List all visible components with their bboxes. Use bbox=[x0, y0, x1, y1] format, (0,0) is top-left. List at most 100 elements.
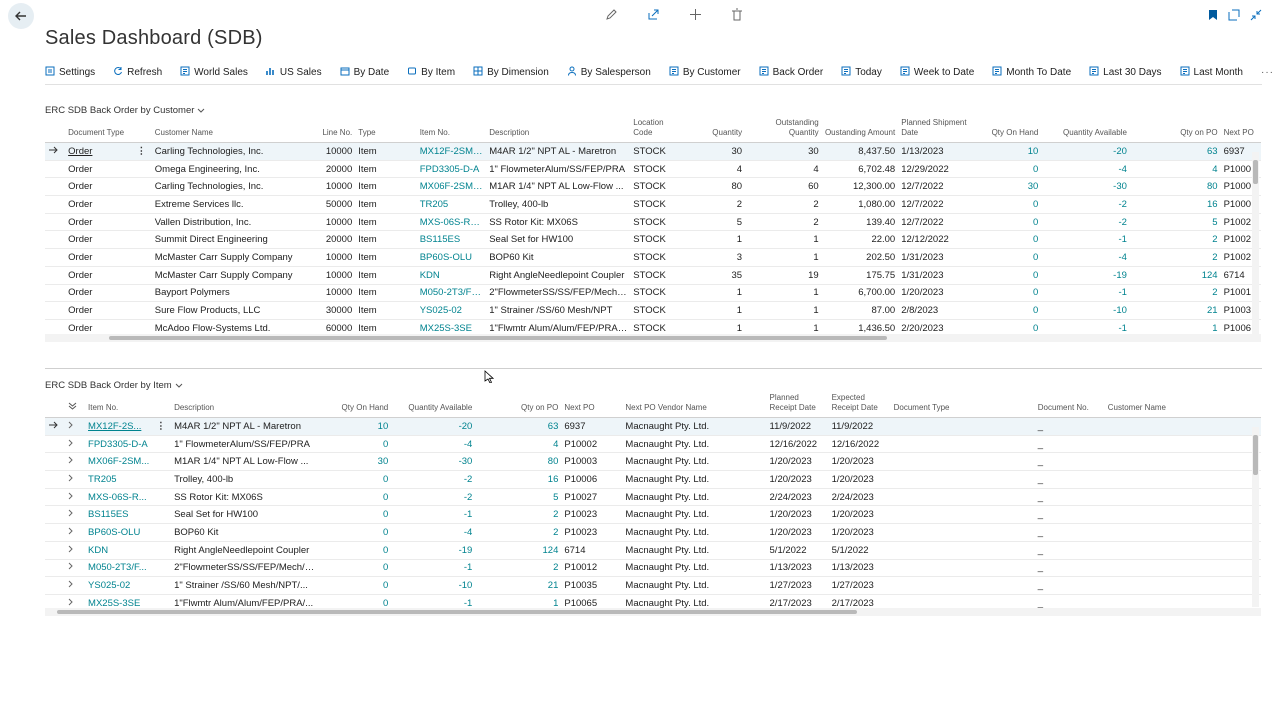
qty-on-hand-link[interactable]: 0 bbox=[317, 576, 392, 595]
item-no-link[interactable]: BP60S-OLU bbox=[416, 248, 487, 267]
qty-on-po-link[interactable]: 80 bbox=[475, 452, 562, 472]
col-type[interactable]: Type bbox=[355, 118, 416, 143]
qty-on-hand-link[interactable]: 0 bbox=[317, 523, 392, 542]
expand-row-button[interactable] bbox=[65, 505, 86, 525]
col-document-type[interactable]: Document Type bbox=[891, 393, 1035, 418]
more-actions-button[interactable]: ··· bbox=[1261, 67, 1274, 78]
qty-on-po-link[interactable]: 4 bbox=[1129, 160, 1221, 179]
item-no-link[interactable]: FPD3305-D-A bbox=[85, 435, 154, 454]
qty-on-hand-link[interactable]: 30 bbox=[317, 452, 392, 472]
qty-on-hand-link[interactable]: 10 bbox=[317, 417, 392, 436]
qty-on-po-link[interactable]: 2 bbox=[1129, 248, 1221, 267]
qty-on-hand-link[interactable]: 0 bbox=[972, 195, 1042, 214]
col-qty-on-hand[interactable]: Qty On Hand bbox=[973, 118, 1042, 143]
action-month-to-date[interactable]: Month To Date bbox=[992, 66, 1071, 79]
qty-on-po-link[interactable]: 63 bbox=[1129, 142, 1221, 161]
col-item-no[interactable]: Item No. bbox=[85, 393, 153, 418]
row-actions-button[interactable] bbox=[133, 195, 152, 214]
expand-row-button[interactable] bbox=[65, 523, 86, 542]
action-by-date[interactable]: By Date bbox=[340, 66, 389, 79]
item-no-link[interactable]: YS025-02 bbox=[85, 576, 154, 595]
open-new-window-button[interactable] bbox=[1228, 8, 1240, 26]
quantity-available-link[interactable]: -1 bbox=[391, 505, 476, 525]
qty-on-hand-link[interactable]: 0 bbox=[317, 470, 392, 489]
row-actions-button[interactable] bbox=[133, 284, 152, 303]
action-by-dimension[interactable]: By Dimension bbox=[473, 66, 549, 79]
quantity-available-link[interactable]: -4 bbox=[391, 523, 476, 542]
qty-on-hand-link[interactable]: 0 bbox=[972, 213, 1042, 232]
quantity-available-link[interactable]: -30 bbox=[1041, 177, 1130, 197]
expand-row-button[interactable] bbox=[65, 470, 86, 489]
table-row[interactable]: M050-2T3/F... 2"FlowmeterSS/SS/FEP/Mech/F… bbox=[45, 559, 1261, 578]
customer-part-caption[interactable]: ERC SDB Back Order by Customer bbox=[45, 105, 205, 116]
table-row[interactable]: Order Omega Engineering, Inc. 20000 Item FPD… bbox=[45, 160, 1261, 179]
quantity-available-link[interactable]: -1 bbox=[1041, 284, 1130, 303]
table-row[interactable]: TR205 Trolley, 400-lb 0 -2 16 P10006 Macnaught… bbox=[45, 470, 1261, 489]
row-actions-button[interactable] bbox=[133, 160, 152, 179]
col-next-po[interactable]: Next PO bbox=[561, 393, 622, 418]
item-no-link[interactable]: BS115ES bbox=[85, 505, 154, 525]
action-world-sales[interactable]: World Sales bbox=[180, 66, 248, 79]
table-row[interactable]: Order McMaster Carr Supply Company 10000 It… bbox=[45, 248, 1261, 267]
quantity-available-link[interactable]: -2 bbox=[391, 488, 476, 507]
col-outstanding-quantity[interactable]: Outstanding Quantity bbox=[745, 118, 822, 143]
table-row[interactable]: MXS-06S-R... SS Rotor Kit: MX06S 0 -2 5 P1002… bbox=[45, 488, 1261, 507]
table-row[interactable]: Order Vallen Distribution, Inc. 10000 Item M… bbox=[45, 213, 1261, 232]
item-no-link[interactable]: YS025-02 bbox=[416, 301, 487, 320]
qty-on-hand-link[interactable]: 0 bbox=[972, 248, 1042, 267]
qty-on-hand-link[interactable]: 0 bbox=[972, 266, 1042, 285]
table-row[interactable]: BS115ES Seal Set for HW100 0 -1 2 P10023 Macna… bbox=[45, 505, 1261, 525]
col-line-no[interactable]: Line No. bbox=[309, 118, 355, 143]
item-no-link[interactable]: TR205 bbox=[85, 470, 154, 489]
item-no-link[interactable]: MX06F-2SM... bbox=[85, 452, 154, 472]
item-grid-horizontal-scrollbar[interactable] bbox=[45, 608, 1261, 616]
action-last-month[interactable]: Last Month bbox=[1180, 66, 1243, 79]
expand-row-button[interactable] bbox=[65, 435, 86, 454]
item-no-link[interactable]: KDN bbox=[416, 266, 487, 285]
row-actions-button[interactable] bbox=[153, 505, 172, 525]
row-actions-button[interactable] bbox=[133, 177, 152, 197]
item-no-link[interactable]: KDN bbox=[85, 541, 154, 560]
edit-button[interactable] bbox=[590, 8, 632, 21]
table-row[interactable]: Order Extreme Services llc. 50000 Item TR205… bbox=[45, 195, 1261, 214]
qty-on-po-link[interactable]: 2 bbox=[475, 505, 562, 525]
col-item-no[interactable]: Item No. bbox=[417, 118, 487, 143]
item-no-link[interactable]: MXS-06S-R... bbox=[85, 488, 154, 507]
scrollbar-thumb[interactable] bbox=[57, 610, 857, 614]
col-description[interactable]: Description bbox=[171, 393, 317, 418]
col-qty-on-po[interactable]: Qty on PO bbox=[1130, 118, 1221, 143]
action-us-sales[interactable]: US Sales bbox=[266, 66, 322, 79]
item-no-link[interactable]: FPD3305-D-A bbox=[416, 160, 487, 179]
action-last-30-days[interactable]: Last 30 Days bbox=[1089, 66, 1162, 79]
delete-button[interactable] bbox=[716, 8, 758, 21]
scrollbar-thumb[interactable] bbox=[109, 336, 887, 340]
table-row[interactable]: MX12F-2S... ⋮ M4AR 1/2" NPT AL - Maretron 1… bbox=[45, 417, 1261, 436]
table-row[interactable]: Order Bayport Polymers 10000 Item M050-2T3/F… bbox=[45, 284, 1261, 303]
qty-on-po-link[interactable]: 16 bbox=[475, 470, 562, 489]
item-no-link[interactable]: MX12F-2S... bbox=[85, 417, 154, 436]
item-no-link[interactable]: TR205 bbox=[416, 195, 487, 214]
row-actions-button[interactable] bbox=[153, 541, 172, 560]
col-planned-receipt-date[interactable]: Planned Receipt Date bbox=[767, 393, 829, 418]
bookmark-button[interactable] bbox=[1208, 8, 1218, 26]
qty-on-hand-link[interactable]: 0 bbox=[972, 284, 1042, 303]
qty-on-po-link[interactable]: 4 bbox=[475, 435, 562, 454]
qty-on-po-link[interactable]: 16 bbox=[1129, 195, 1221, 214]
qty-on-po-link[interactable]: 5 bbox=[1129, 213, 1221, 232]
more-vertical-icon[interactable]: ⋮ bbox=[133, 142, 152, 161]
row-actions-button[interactable] bbox=[133, 213, 152, 232]
expand-row-button[interactable] bbox=[65, 576, 86, 595]
new-button[interactable] bbox=[674, 8, 716, 21]
item-no-link[interactable]: BP60S-OLU bbox=[85, 523, 154, 542]
action-by-customer[interactable]: By Customer bbox=[669, 66, 741, 79]
col-next-po-vendor[interactable]: Next PO Vendor Name bbox=[622, 393, 766, 418]
quantity-available-link[interactable]: -20 bbox=[391, 417, 476, 436]
col-customer-name[interactable]: Customer Name bbox=[152, 118, 309, 143]
quantity-available-link[interactable]: -4 bbox=[391, 435, 476, 454]
table-row[interactable]: BP60S-OLU BOP60 Kit 0 -4 2 P10023 Macnaught Pt… bbox=[45, 523, 1261, 542]
expand-all-icon[interactable] bbox=[68, 402, 77, 410]
quantity-available-link[interactable]: -19 bbox=[1041, 266, 1130, 285]
action-week-to-date[interactable]: Week to Date bbox=[900, 66, 974, 79]
expand-row-button[interactable] bbox=[65, 559, 86, 578]
expand-row-button[interactable] bbox=[65, 541, 86, 560]
